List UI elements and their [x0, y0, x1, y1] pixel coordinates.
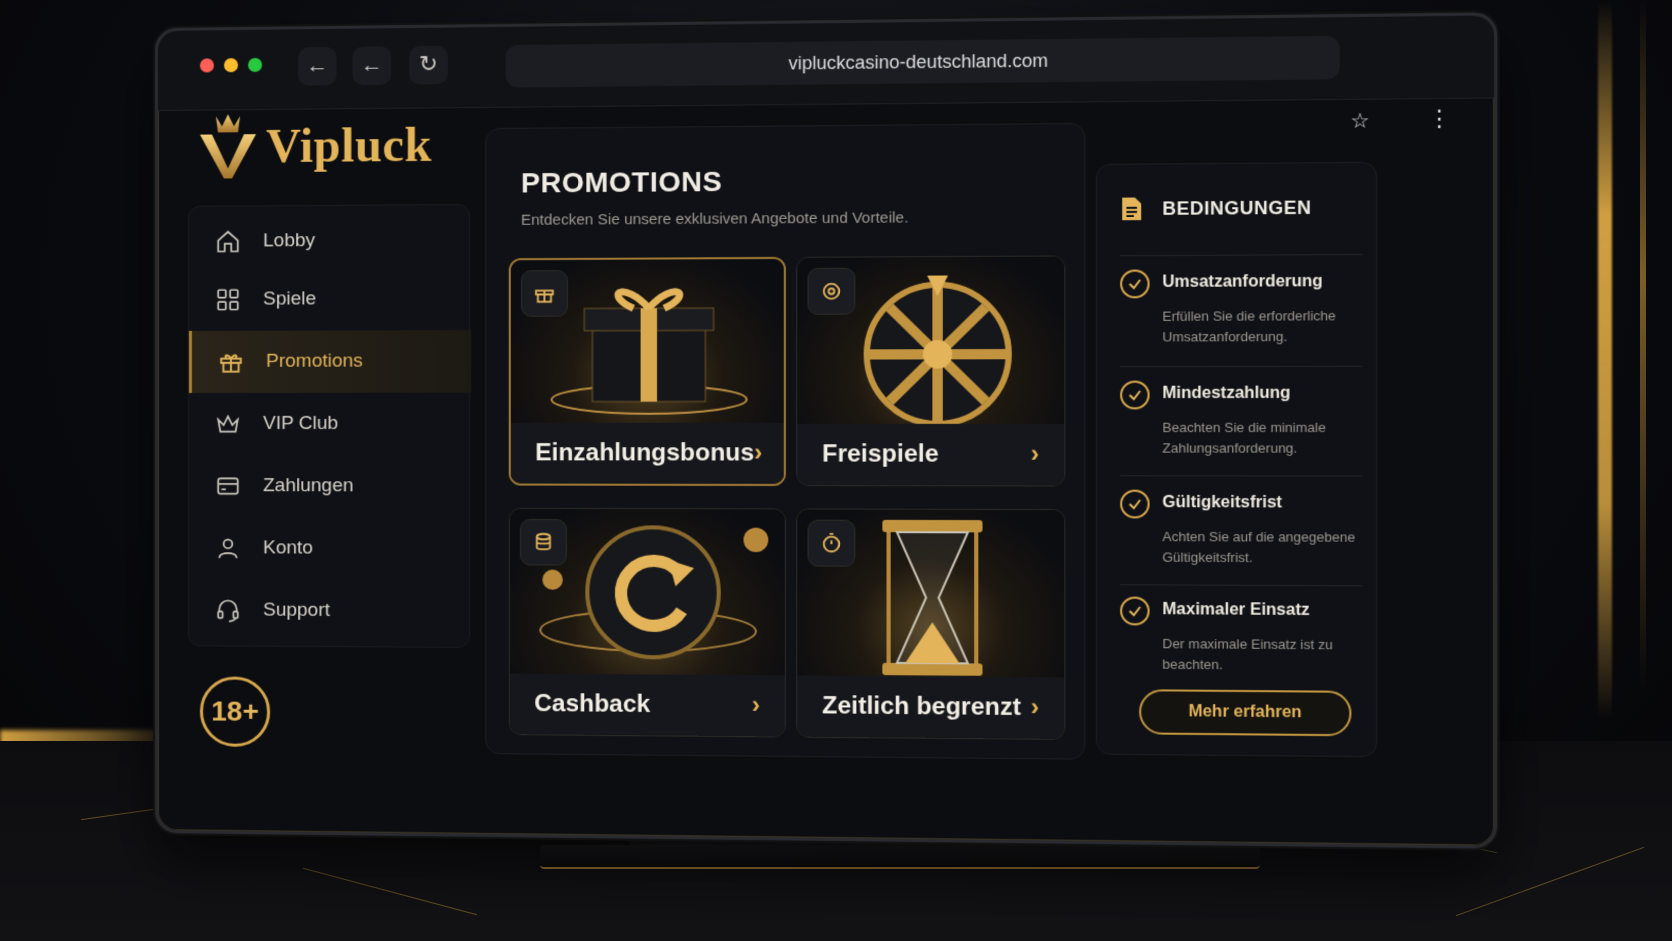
gift-badge-icon	[520, 270, 568, 317]
headset-icon	[215, 597, 241, 623]
sidebar-item-label: VIP Club	[263, 412, 339, 435]
grid-icon	[216, 288, 239, 310]
check-circle-icon	[1120, 269, 1150, 299]
close-window-dot[interactable]	[199, 58, 214, 73]
brand-logo[interactable]: Vipluck	[198, 110, 432, 180]
sidebar-item-label: Lobby	[263, 230, 316, 252]
url-text: vipluckcasino-deutschland.com	[788, 50, 1049, 74]
sidebar-item-support[interactable]: Support	[189, 581, 471, 641]
bookmark-star-icon[interactable]: ☆	[1350, 108, 1369, 134]
home-icon	[216, 230, 239, 252]
promo-card-cashback[interactable]: Cashback ›	[508, 507, 786, 738]
back-arrow-icon[interactable]: ←	[298, 46, 337, 86]
monitor: ← ← ↻ vipluckcasino-deutschland.com ☆ ⋮ …	[155, 12, 1498, 849]
sidebar-item-spiele[interactable]: Spiele	[189, 270, 471, 329]
sidebar-item-promotions[interactable]: Promotions	[188, 330, 472, 393]
promo-card-freispiele[interactable]: Freispiele ›	[796, 255, 1066, 487]
brand-name: Vipluck	[266, 117, 432, 173]
chevron-right-icon: ›	[1030, 693, 1040, 722]
sidebar-item-konto[interactable]: Konto	[189, 519, 471, 578]
gift-icon	[219, 353, 242, 372]
page-title: PROMOTIONS	[520, 165, 723, 199]
chevron-right-icon: ›	[754, 439, 763, 467]
condition-desc: Achten Sie auf die angegebene Gültigkeit…	[1162, 528, 1356, 565]
crown-icon	[215, 411, 241, 437]
chevron-right-icon: ›	[1030, 440, 1040, 468]
condition-item: Umsatzanforderung Erfüllen Sie die erfor…	[1120, 268, 1364, 346]
sidebar-item-label: Konto	[263, 537, 313, 559]
card-footer: Freispiele ›	[797, 423, 1065, 486]
check-circle-icon	[1120, 596, 1150, 626]
monitor-stand-base	[540, 845, 1260, 869]
ambient-light-right	[1598, 0, 1612, 720]
card-footer: Cashback ›	[509, 673, 785, 737]
condition-item: Mindestzahlung Beachten Sie die minimale…	[1120, 380, 1364, 458]
condition-name: Maximaler Einsatz	[1162, 600, 1310, 620]
condition-desc: Beachten Sie die minimale Zahlungsanford…	[1162, 419, 1326, 456]
address-bar[interactable]: vipluckcasino-deutschland.com	[505, 35, 1340, 88]
page-subtitle: Entdecken Sie unsere exklusiven Angebote…	[520, 209, 909, 229]
sidebar-item-zahlungen[interactable]: Zahlungen	[189, 457, 471, 516]
condition-name: Umsatzanforderung	[1162, 272, 1323, 292]
forward-arrow-icon[interactable]: ←	[352, 46, 392, 86]
sidebar-item-label: Spiele	[263, 288, 317, 310]
check-circle-icon	[1120, 489, 1150, 519]
card-label: Cashback	[534, 689, 651, 719]
sidebar-nav: Lobby Spiele Promotions VIP Club Zahlung…	[187, 203, 472, 648]
coins-badge-icon	[519, 518, 567, 566]
sidebar-item-vip-club[interactable]: VIP Club	[189, 395, 471, 454]
sidebar-item-lobby[interactable]: Lobby	[189, 211, 471, 271]
card-label: Zeitlich begrenzt	[822, 691, 1021, 722]
condition-name: Gültigkeitsfrist	[1162, 493, 1283, 512]
browser-menu-icon[interactable]: ⋮	[1427, 105, 1451, 132]
crown-logo-icon	[199, 114, 256, 179]
conditions-title: BEDINGUNGEN	[1162, 196, 1312, 219]
wheel-badge-icon	[807, 267, 856, 315]
promo-card-zeitlich-begrenzt[interactable]: Zeitlich begrenzt ›	[796, 508, 1066, 740]
age-restriction-badge: 18+	[199, 676, 271, 748]
condition-item: Maximaler Einsatz Der maximale Einsatz i…	[1120, 596, 1364, 676]
condition-desc: Der maximale Einsatz ist zu beachten.	[1162, 635, 1333, 672]
card-footer: Zeitlich begrenzt ›	[797, 675, 1065, 739]
maximize-window-dot[interactable]	[248, 57, 263, 73]
ambient-light-right-thin	[1640, 0, 1646, 690]
promo-card-einzahlungsbonus[interactable]: Einzahlungsbonus ›	[508, 256, 786, 487]
sidebar-item-label: Support	[263, 599, 331, 621]
condition-desc: Erfüllen Sie die erforderliche Umsatzanf…	[1162, 307, 1336, 345]
minimize-window-dot[interactable]	[223, 58, 238, 73]
condition-item: Gültigkeitsfrist Achten Sie auf die ange…	[1120, 489, 1364, 568]
user-icon	[215, 535, 241, 561]
stopwatch-badge-icon	[807, 519, 856, 567]
document-icon	[1122, 197, 1142, 221]
conditions-header: BEDINGUNGEN	[1120, 194, 1311, 222]
sidebar-item-label: Zahlungen	[263, 475, 354, 497]
condition-name: Mindestzahlung	[1162, 384, 1291, 403]
check-circle-icon	[1120, 380, 1150, 410]
learn-more-button[interactable]: Mehr erfahren	[1139, 689, 1352, 737]
card-footer: Einzahlungsbonus ›	[510, 422, 784, 484]
conditions-panel: BEDINGUNGEN Umsatzanforderung Erfüllen S…	[1095, 161, 1378, 758]
browser-toolbar: ← ← ↻ vipluckcasino-deutschland.com	[157, 15, 1495, 111]
card-icon	[215, 473, 241, 499]
sidebar-item-label: Promotions	[266, 350, 363, 372]
reload-icon[interactable]: ↻	[409, 45, 448, 85]
chevron-right-icon: ›	[751, 691, 761, 719]
card-label: Einzahlungsbonus	[535, 439, 755, 467]
card-label: Freispiele	[822, 440, 939, 468]
promotions-panel: PROMOTIONS Entdecken Sie unsere exklusiv…	[485, 122, 1086, 760]
